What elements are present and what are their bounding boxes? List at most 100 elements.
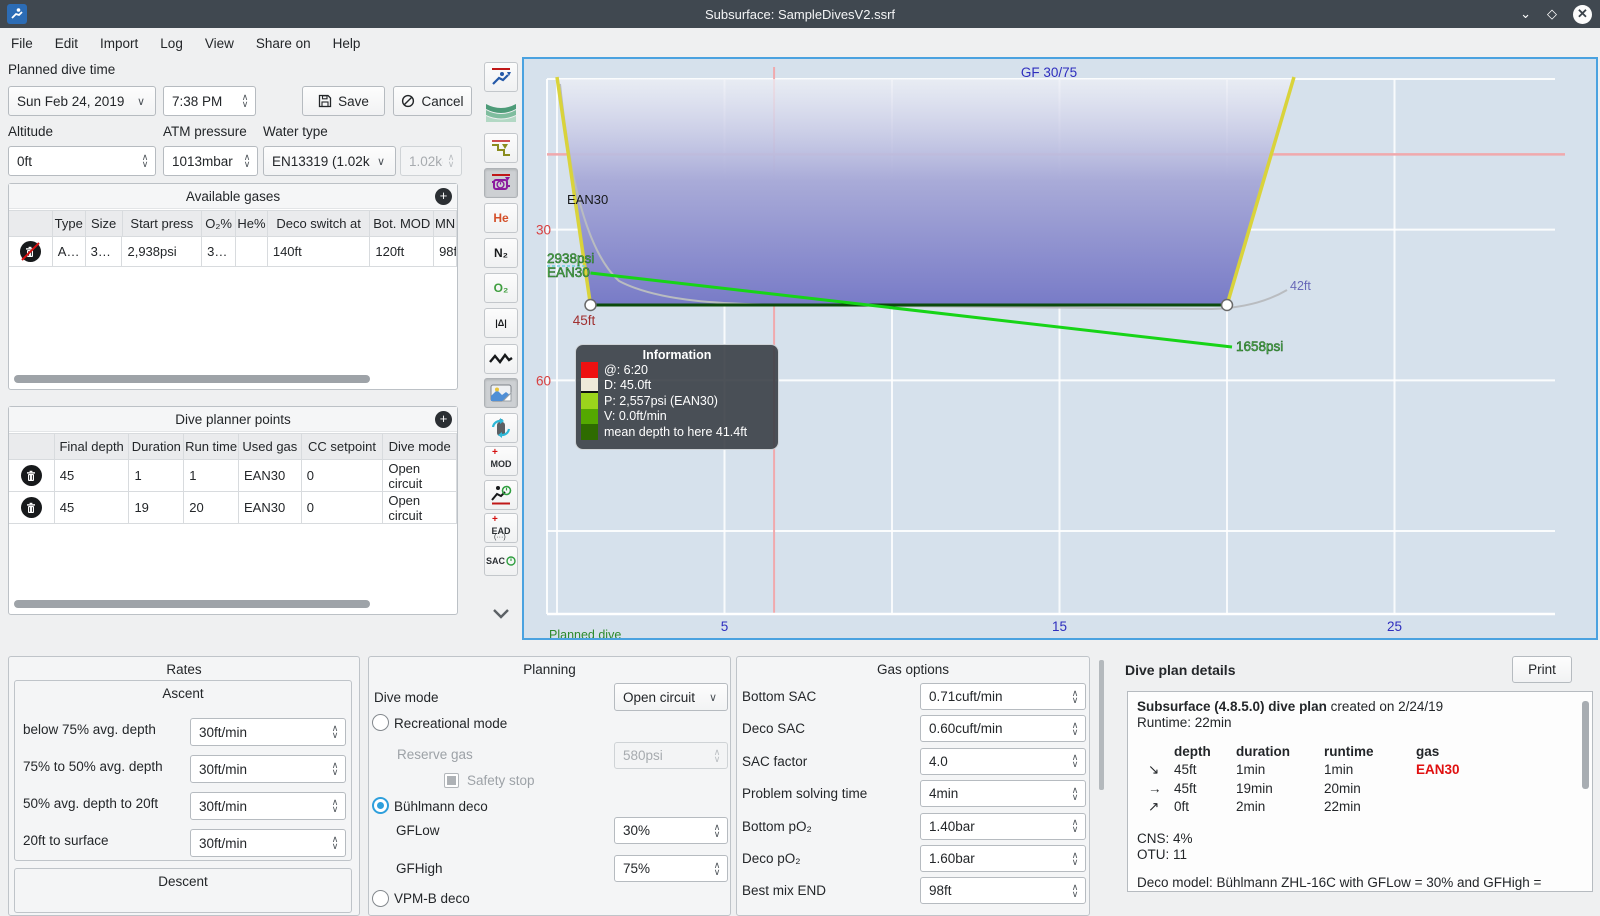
spinner-arrows-icon[interactable]: ∧ ∨ — [1067, 850, 1085, 866]
close-icon[interactable]: ✕ — [1573, 4, 1592, 24]
toolbar-scroll-down[interactable] — [484, 599, 518, 629]
column-header[interactable]: CC setpoint — [301, 433, 384, 460]
gfhigh-label: GFHigh — [396, 861, 443, 876]
spinner-arrows-icon[interactable]: ∧ ∨ — [1067, 720, 1085, 736]
column-header[interactable]: Final depth — [54, 433, 130, 460]
column-header[interactable]: Size — [85, 210, 123, 237]
gases-horizontal-scrollbar[interactable] — [14, 375, 370, 383]
time-spinner[interactable]: 7:38 PM ∧ ∨ — [163, 86, 256, 116]
spinner-arrows-icon[interactable]: ∧ ∨ — [237, 93, 255, 109]
mod-toggle[interactable]: + MOD — [484, 446, 518, 476]
column-header[interactable]: Duration — [129, 433, 185, 460]
rate-spinner[interactable]: 30ft/min ∧ ∨ — [190, 829, 346, 857]
water-type-select[interactable]: EN13319 (1.02k ∨ — [263, 146, 396, 176]
gflow-spinner[interactable]: 30% ∧ ∨ — [614, 817, 728, 844]
add-point-button[interactable]: + — [435, 411, 452, 428]
menu-import[interactable]: Import — [89, 32, 149, 55]
pp-he-toggle[interactable]: He — [484, 203, 518, 233]
profile-handle[interactable] — [1220, 298, 1234, 312]
menu-view[interactable]: View — [194, 32, 245, 55]
menu-log[interactable]: Log — [149, 32, 194, 55]
column-header[interactable]: Run time — [184, 433, 239, 460]
rate-spinner[interactable]: 30ft/min ∧ ∨ — [190, 755, 346, 783]
spinner-arrows-icon[interactable]: ∧ ∨ — [327, 835, 345, 851]
splitter-handle[interactable] — [1099, 660, 1104, 790]
heart-rate-toggle[interactable] — [484, 344, 518, 374]
cancel-button[interactable]: Cancel — [393, 86, 472, 116]
column-header[interactable]: Bot. MOD — [370, 210, 435, 237]
menu-share-on[interactable]: Share on — [245, 32, 322, 55]
spinner-arrows-icon[interactable]: ∧ ∨ — [327, 761, 345, 777]
pp-o2-toggle[interactable]: O₂ — [484, 273, 518, 303]
ead-toggle[interactable]: + EAD (···) — [484, 513, 518, 543]
rate-spinner[interactable]: 30ft/min ∧ ∨ — [190, 718, 346, 746]
dive-mode-select[interactable]: Open circuit ∨ — [614, 683, 728, 711]
print-button[interactable]: Print — [1512, 656, 1572, 683]
column-header[interactable]: MN — [434, 210, 458, 237]
buhlmann-deco-radio[interactable] — [372, 797, 389, 814]
minimize-icon[interactable]: ⌄ — [1520, 6, 1531, 22]
menu-file[interactable]: File — [0, 32, 44, 55]
gas-option-spinner[interactable]: 1.40bar ∧ ∨ — [920, 812, 1086, 840]
partial-pressure-graph-toggle[interactable] — [484, 62, 518, 92]
table-row[interactable]: A… 3… 2,938psi 3… 140ft 120ft 98f — [9, 237, 457, 267]
column-header[interactable]: Type — [52, 210, 86, 237]
gas-option-spinner[interactable]: 4.0 ∧ ∨ — [920, 747, 1086, 775]
spinner-arrows-icon[interactable]: ∧ ∨ — [1067, 785, 1085, 801]
column-header[interactable]: Start press — [122, 210, 203, 237]
gas-option-spinner[interactable]: 4min ∧ ∨ — [920, 780, 1086, 808]
delete-row-icon[interactable] — [20, 497, 42, 518]
menu-help[interactable]: Help — [322, 32, 372, 55]
incident-time-toggle[interactable] — [484, 480, 518, 510]
waves-background[interactable] — [484, 96, 518, 126]
photos-toggle[interactable] — [484, 378, 518, 408]
spinner-arrows-icon[interactable]: ∧ ∨ — [327, 798, 345, 814]
gas-option-spinner[interactable]: 0.60cuft/min ∧ ∨ — [920, 715, 1086, 743]
vpmb-deco-radio[interactable] — [372, 890, 389, 907]
column-header[interactable]: O₂% — [202, 210, 236, 237]
atm-pressure-spinner[interactable]: 1013mbar ∧ ∨ — [163, 146, 258, 176]
column-header[interactable]: He% — [236, 210, 268, 237]
column-header[interactable]: Dive mode — [383, 433, 457, 460]
gas-option-spinner[interactable]: 1.60bar ∧ ∨ — [920, 845, 1086, 872]
spinner-arrows-icon[interactable]: ∧ ∨ — [239, 153, 257, 169]
delete-row-icon[interactable] — [20, 465, 42, 486]
add-gas-button[interactable]: + — [435, 188, 452, 205]
profile-handle[interactable] — [584, 298, 597, 312]
gas-option-spinner[interactable]: 0.71cuft/min ∧ ∨ — [920, 683, 1086, 710]
sac-toggle[interactable]: SAC — [484, 546, 518, 576]
spinner-arrows-icon[interactable]: ∧ ∨ — [1067, 818, 1085, 834]
spinner-arrows-icon[interactable]: ∧ ∨ — [709, 860, 727, 876]
date-picker[interactable]: Sun Feb 24, 2019 ∨ — [8, 86, 156, 116]
chart-info-tooltip[interactable]: Information @: 6:20 D: 45.0ft P: 2,557psi … — [575, 344, 779, 450]
plan-notes-scrollbar[interactable] — [1582, 701, 1589, 789]
tissues-toggle[interactable]: |Δ| — [484, 308, 518, 338]
table-row[interactable]: 45 19 20 EAN30 0 Open circuit — [9, 492, 457, 524]
dc-reported-ceiling-toggle[interactable] — [484, 168, 518, 198]
column-header[interactable]: Used gas — [238, 433, 302, 460]
tank-bar-toggle[interactable] — [484, 413, 518, 443]
save-button[interactable]: Save — [302, 86, 385, 116]
altitude-spinner[interactable]: 0ft ∧ ∨ — [8, 146, 156, 176]
gas-option-spinner[interactable]: 98ft ∧ ∨ — [920, 877, 1086, 905]
rate-spinner[interactable]: 30ft/min ∧ ∨ — [190, 792, 346, 820]
column-header[interactable]: Deco switch at — [267, 210, 371, 237]
spinner-arrows-icon[interactable]: ∧ ∨ — [1067, 688, 1085, 704]
delete-row-icon[interactable] — [19, 241, 41, 262]
spinner-arrows-icon[interactable]: ∧ ∨ — [1067, 753, 1085, 769]
cell: 3… — [85, 237, 123, 267]
table-row[interactable]: 45 1 1 EAN30 0 Open circuit — [9, 460, 457, 492]
spinner-arrows-icon[interactable]: ∧ ∨ — [709, 822, 727, 838]
spinner-arrows-icon[interactable]: ∧ ∨ — [1067, 882, 1085, 898]
gfhigh-spinner[interactable]: 75% ∧ ∨ — [614, 855, 728, 882]
spinner-arrows-icon[interactable]: ∧ ∨ — [137, 153, 155, 169]
menu-edit[interactable]: Edit — [44, 32, 89, 55]
points-horizontal-scrollbar[interactable] — [14, 600, 370, 608]
recreational-mode-radio[interactable] — [372, 714, 389, 731]
gas-option-label: Deco pO₂ — [742, 851, 801, 866]
maximize-icon[interactable]: ◇ — [1547, 6, 1557, 22]
pp-n2-toggle[interactable]: N₂ — [484, 238, 518, 268]
dive-profile-chart[interactable]: GF 30/75 30 60 5 15 25 EAN30 2938psi EAN30 45ft 16… — [522, 57, 1598, 642]
calculated-ceiling-toggle[interactable] — [484, 133, 518, 163]
spinner-arrows-icon[interactable]: ∧ ∨ — [327, 724, 345, 740]
